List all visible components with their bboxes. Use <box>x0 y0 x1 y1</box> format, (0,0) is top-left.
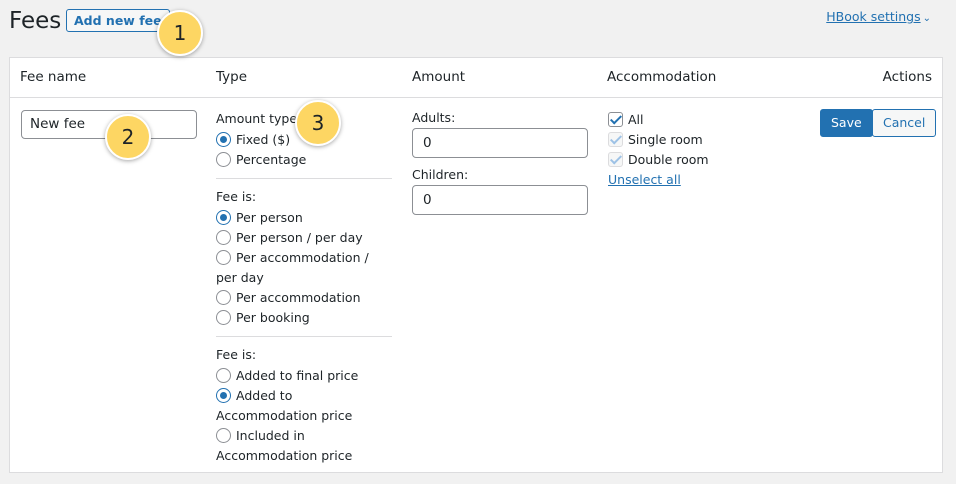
radio-per-person[interactable]: Per person <box>216 208 392 228</box>
checkbox-single-room[interactable]: Single room <box>608 130 709 150</box>
radio-button[interactable] <box>216 250 231 265</box>
accommodation-column: All Single room Double room Unselect all <box>608 110 709 190</box>
type-column: Amount type: Fixed ($) Percentage Fee is… <box>216 110 392 466</box>
checkbox[interactable] <box>608 152 623 167</box>
adults-input[interactable]: 0 <box>412 128 588 158</box>
table-header: Fee name Type Amount Accommodation Actio… <box>10 58 942 98</box>
radio-per-booking[interactable]: Per booking <box>216 308 392 328</box>
radio-button[interactable] <box>216 428 231 443</box>
radio-button[interactable] <box>216 290 231 305</box>
checkbox-label: All <box>628 112 644 127</box>
fee-is-label-2: Fee is: <box>216 347 257 362</box>
radio-included-in-accommodation-price[interactable]: Included in Accommodation price <box>216 426 392 466</box>
checkbox[interactable] <box>608 132 623 147</box>
divider <box>216 178 392 179</box>
checkbox-double-room[interactable]: Double room <box>608 150 709 170</box>
hbook-settings-link[interactable]: HBook settings ⌄ <box>826 9 931 24</box>
radio-label: Added to final price <box>236 368 359 383</box>
fee-is-label: Fee is: <box>216 189 257 204</box>
column-header-amount: Amount <box>412 69 466 85</box>
radio-button[interactable] <box>216 152 231 167</box>
radio-per-person-per-day[interactable]: Per person / per day <box>216 228 392 248</box>
radio-label: Per person / per day <box>236 230 363 245</box>
checkbox-all[interactable]: All <box>608 110 709 130</box>
amount-column: Adults: 0 Children: 0 <box>412 110 588 224</box>
radio-label: Added to Accommodation price <box>216 388 353 423</box>
column-header-actions: Actions <box>882 69 932 85</box>
column-header-type: Type <box>216 69 248 85</box>
column-header-fee-name: Fee name <box>20 69 87 85</box>
divider <box>216 336 392 337</box>
radio-label: Per accommodation / per day <box>216 250 369 285</box>
radio-per-accommodation[interactable]: Per accommodation <box>216 288 392 308</box>
radio-label: Included in Accommodation price <box>216 428 353 463</box>
cancel-button[interactable]: Cancel <box>872 109 937 137</box>
page-title: Fees <box>9 8 62 34</box>
radio-button[interactable] <box>216 230 231 245</box>
callout-3: 3 <box>295 100 341 146</box>
radio-button[interactable] <box>216 368 231 383</box>
radio-label: Percentage <box>236 152 307 167</box>
checkbox[interactable] <box>608 112 623 127</box>
children-input[interactable]: 0 <box>412 185 588 215</box>
checkbox-label: Single room <box>628 132 703 147</box>
chevron-down-icon: ⌄ <box>922 13 931 24</box>
radio-button[interactable] <box>216 310 231 325</box>
save-button[interactable]: Save <box>820 109 873 137</box>
radio-label: Fixed ($) <box>236 132 291 147</box>
checkbox-label: Double room <box>628 152 709 167</box>
radio-label: Per person <box>236 210 303 225</box>
radio-button[interactable] <box>216 210 231 225</box>
radio-button[interactable] <box>216 132 231 147</box>
radio-added-to-final-price[interactable]: Added to final price <box>216 366 392 386</box>
radio-added-to-accommodation-price[interactable]: Added to Accommodation price <box>216 386 392 426</box>
radio-percentage[interactable]: Percentage <box>216 150 392 170</box>
column-header-accommodation: Accommodation <box>607 69 717 85</box>
unselect-all-link[interactable]: Unselect all <box>608 170 709 190</box>
adults-label: Adults: <box>412 110 456 125</box>
callout-2: 2 <box>105 114 151 160</box>
children-label: Children: <box>412 167 469 182</box>
add-new-fee-button[interactable]: Add new fee <box>66 9 170 32</box>
radio-label: Per booking <box>236 310 310 325</box>
radio-per-accommodation-per-day[interactable]: Per accommodation / per day <box>216 248 392 288</box>
radio-label: Per accommodation <box>236 290 361 305</box>
radio-button[interactable] <box>216 388 231 403</box>
settings-link-label: HBook settings <box>826 9 921 24</box>
callout-1: 1 <box>157 10 203 56</box>
fees-table: Fee name Type Amount Accommodation Actio… <box>9 57 943 473</box>
